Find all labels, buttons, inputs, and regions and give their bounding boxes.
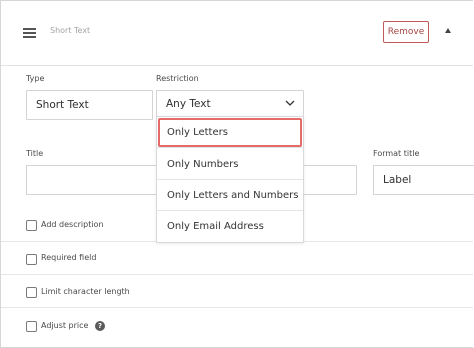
adjust-price-label: Adjust price xyxy=(41,321,89,330)
type-label: Type xyxy=(26,74,45,83)
restriction-value: Any Text xyxy=(166,97,211,110)
hamburger-icon[interactable] xyxy=(23,28,36,38)
required-field-label: Required field xyxy=(41,253,97,262)
option-only-email-address[interactable]: Only Email Address xyxy=(157,211,303,242)
option-only-numbers[interactable]: Only Numbers xyxy=(157,149,303,180)
field-header-title: Short Text xyxy=(50,26,91,35)
remove-button[interactable]: Remove xyxy=(383,21,429,43)
title-label: Title xyxy=(26,149,44,158)
limit-character-length-row: Limit character length xyxy=(1,275,473,308)
format-title-value: Label xyxy=(383,174,412,186)
format-title-field[interactable]: Label xyxy=(373,165,474,195)
limit-character-length-checkbox[interactable] xyxy=(26,287,37,298)
type-field[interactable]: Short Text xyxy=(26,90,153,120)
option-only-letters[interactable]: Only Letters xyxy=(157,117,303,148)
field-editor-panel: Short Text Remove Type Short Text Restri… xyxy=(0,0,474,348)
type-value: Short Text xyxy=(36,99,89,111)
required-field-row: Required field xyxy=(1,242,473,275)
option-only-letters-and-numbers[interactable]: Only Letters and Numbers xyxy=(157,180,303,211)
limit-character-length-label: Limit character length xyxy=(41,287,130,296)
question-icon[interactable]: ? xyxy=(95,321,105,331)
field-header: Short Text Remove xyxy=(1,1,473,66)
restriction-dropdown: Only Letters Only Numbers Only Letters a… xyxy=(156,116,304,243)
triangle-up-icon[interactable] xyxy=(445,28,451,33)
chevron-down-icon xyxy=(285,100,295,106)
add-description-checkbox[interactable] xyxy=(26,220,37,231)
format-title-label: Format title xyxy=(373,149,420,158)
adjust-price-checkbox[interactable] xyxy=(26,321,37,332)
required-field-checkbox[interactable] xyxy=(26,254,37,265)
restriction-select[interactable]: Any Text xyxy=(156,90,304,117)
add-description-label: Add description xyxy=(41,220,104,229)
restriction-label: Restriction xyxy=(156,74,199,83)
